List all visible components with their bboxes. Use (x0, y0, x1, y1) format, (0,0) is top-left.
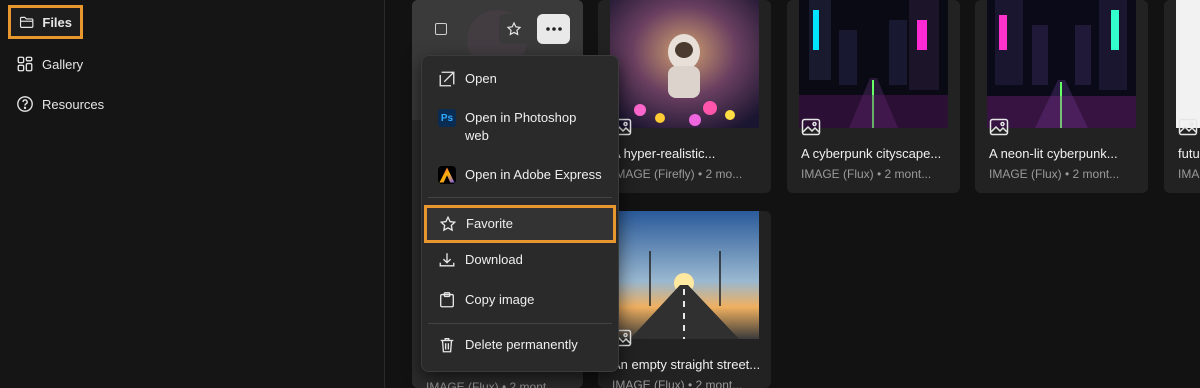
context-menu: Open Ps Open in Photoshop web Open in Ad… (421, 55, 619, 372)
menu-item-label: Open (465, 71, 497, 86)
menu-item-open-in-photoshop[interactable]: Ps Open in Photoshop web (428, 109, 612, 145)
open-external-icon (439, 71, 455, 87)
file-card[interactable]: A hyper-realistic... IMAGE (Firefly) • 2… (598, 0, 771, 193)
menu-item-favorite[interactable]: Favorite (424, 205, 616, 243)
card-thumbnail[interactable] (610, 211, 759, 339)
menu-item-label: Open in Photoshop web (465, 110, 577, 143)
secondary-panel (170, 0, 385, 388)
card-title: A neon-lit cyberpunk... (989, 146, 1118, 161)
more-options-button[interactable] (537, 14, 570, 44)
menu-item-download[interactable]: Download (428, 251, 612, 269)
star-icon (439, 215, 457, 232)
left-sidebar: Files Gallery Resources (0, 0, 170, 388)
thumbnail-image (610, 0, 759, 128)
thumbnail-image (799, 0, 948, 128)
card-thumbnail[interactable] (799, 0, 948, 128)
menu-item-label: Open in Adobe Express (465, 167, 602, 182)
image-type-icon (989, 118, 1009, 136)
card-meta: IMAGE (Flux) • 2 mont... (801, 167, 932, 181)
menu-item-open-in-adobe-express[interactable]: Open in Adobe Express (428, 166, 612, 184)
menu-item-delete-permanently[interactable]: Delete permanently (428, 336, 612, 354)
sidebar-item-gallery[interactable]: Gallery (8, 47, 91, 81)
grid-icon (17, 56, 33, 72)
card-title: A cyberpunk cityscape... (801, 146, 942, 161)
image-type-icon (801, 118, 821, 136)
star-icon (506, 21, 522, 36)
sidebar-item-resources[interactable]: Resources (8, 87, 112, 121)
menu-divider (428, 323, 612, 324)
card-meta: IMAGE (Firefly) • 2 mo... (612, 167, 743, 181)
card-meta: IMAG (1178, 167, 1200, 181)
card-title: An empty straight street... (612, 357, 761, 372)
card-meta: IMAGE (Flux) • 2 mont... (426, 380, 557, 388)
card-thumbnail[interactable] (610, 0, 759, 128)
menu-item-label: Favorite (466, 216, 513, 231)
menu-item-label: Copy image (465, 292, 535, 307)
sidebar-item-files[interactable]: Files (8, 5, 83, 39)
help-circle-icon (17, 96, 33, 112)
adobe-express-icon (438, 166, 456, 184)
file-card[interactable]: A cyberpunk cityscape... IMAGE (Flux) • … (787, 0, 960, 193)
more-icon (545, 27, 562, 31)
file-card[interactable]: A neon-lit cyberpunk... IMAGE (Flux) • 2… (975, 0, 1148, 193)
trash-icon (440, 338, 454, 353)
sidebar-item-label: Files (42, 14, 72, 30)
image-type-icon (1178, 118, 1198, 136)
menu-divider (428, 197, 612, 198)
folder-icon (19, 16, 34, 28)
card-title: futu (1178, 146, 1200, 161)
card-title: A hyper-realistic... (612, 146, 716, 161)
clipboard-icon (440, 292, 454, 308)
menu-item-label: Download (465, 252, 523, 267)
menu-item-copy-image[interactable]: Copy image (428, 291, 612, 309)
card-thumbnail[interactable] (987, 0, 1136, 128)
photoshop-icon: Ps (438, 109, 456, 127)
file-card[interactable]: futu IMAG (1164, 0, 1200, 193)
card-thumbnail[interactable] (1176, 0, 1200, 128)
menu-item-label: Delete permanently (465, 337, 578, 352)
file-card[interactable]: An empty straight street... IMAGE (Flux)… (598, 211, 771, 388)
thumbnail-image (610, 211, 759, 339)
card-meta: IMAGE (Flux) • 2 mont... (989, 167, 1120, 181)
favorite-button[interactable] (499, 14, 529, 44)
sidebar-item-label: Resources (42, 96, 105, 112)
card-meta: IMAGE (Flux) • 2 mont... (612, 378, 743, 388)
select-checkbox[interactable] (426, 14, 456, 44)
sidebar-item-label: Gallery (42, 56, 84, 72)
menu-item-open[interactable]: Open (428, 70, 612, 88)
thumbnail-image (987, 0, 1136, 128)
thumbnail-image (1176, 0, 1200, 128)
download-icon (439, 253, 455, 267)
